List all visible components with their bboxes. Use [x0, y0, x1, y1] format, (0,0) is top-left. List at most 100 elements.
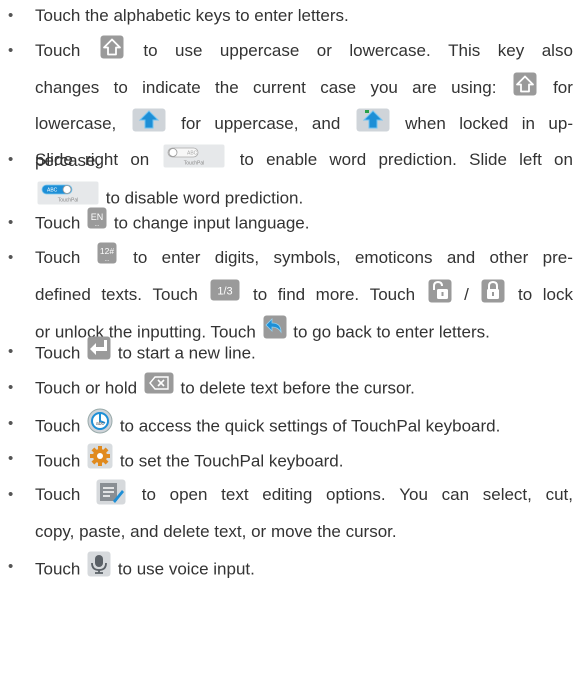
- text-line: Touch the alphabetic keys to enter lette…: [35, 2, 573, 29]
- text-run: to delete text before the cursor.: [175, 378, 415, 398]
- text-word: you: [370, 77, 398, 97]
- microphone-icon: [87, 551, 111, 585]
- svg-text:TouchPal: TouchPal: [58, 197, 79, 203]
- text-word: lock: [542, 284, 573, 304]
- svg-text:12#: 12#: [100, 246, 114, 256]
- text-line: Touch EN... to change input language.: [35, 207, 573, 236]
- bullet-marker: •: [8, 249, 14, 266]
- shift-lowercase-icon: [513, 72, 537, 99]
- text-line: Touch to use uppercase or lowercase. This key al…: [35, 35, 573, 64]
- text-line: Touch to set the TouchPal keyboard.: [35, 443, 573, 472]
- text-word: and: [446, 248, 476, 267]
- svg-text:...: ...: [95, 222, 100, 228]
- text-word: text: [221, 485, 249, 504]
- text-word: to: [252, 284, 268, 304]
- text-word: Touch: [35, 248, 81, 267]
- text-word: on: [130, 150, 150, 169]
- backspace-icon: [144, 372, 174, 402]
- text-run: Touch: [35, 451, 86, 471]
- text-word: current: [252, 77, 306, 97]
- text-word: for: [553, 77, 573, 97]
- text-word: to: [113, 77, 128, 97]
- text-run: to start a new line.: [113, 343, 256, 363]
- bullet-marker: •: [8, 415, 14, 432]
- text-edit-icon: [96, 479, 126, 506]
- text-word: to: [133, 248, 148, 267]
- text-line: Touch to use voice input.: [35, 551, 573, 580]
- bullet-marker: •: [8, 450, 14, 467]
- text-run: to disable word prediction.: [101, 187, 304, 207]
- text-run: Touch: [35, 343, 86, 363]
- text-word: uppercase,: [214, 114, 299, 133]
- text-word: lowercase,: [35, 114, 117, 133]
- text-word: more.: [315, 284, 360, 304]
- text-run: to set the TouchPal keyboard.: [115, 451, 344, 471]
- text-word: uppercase: [219, 41, 300, 60]
- svg-text:abc: abc: [96, 421, 105, 427]
- text-word: locked: [459, 114, 509, 133]
- text-line: lowercase, for uppercase, and when locked in up…: [35, 108, 573, 137]
- text-word: symbols,: [273, 248, 341, 267]
- text-line: copy, paste, and delete text, or move th…: [35, 518, 573, 545]
- bullet-marker: •: [8, 558, 14, 575]
- text-word: or: [316, 41, 332, 60]
- text-word: pre-: [542, 248, 573, 267]
- text-word: open: [169, 485, 208, 504]
- text-word: cut,: [545, 485, 573, 504]
- text-word: emoticons: [354, 248, 433, 267]
- unlock-icon: [428, 279, 452, 306]
- text-line: changes to indicate the current case you are usi…: [35, 72, 573, 101]
- text-word: up-: [548, 114, 573, 133]
- enter-icon: [87, 336, 111, 368]
- text-word: left: [519, 150, 542, 169]
- text-word: to: [141, 485, 156, 504]
- text-line: Slide right on ABC TouchPal to enable word predi…: [35, 144, 573, 173]
- text-run: Touch or hold: [35, 378, 142, 398]
- text-word: right: [85, 150, 119, 169]
- text-word: use: [175, 41, 203, 60]
- text-word: Touch: [369, 284, 416, 304]
- text-word: the: [215, 77, 239, 97]
- text-line: Touch or hold to delete text before the …: [35, 372, 573, 402]
- bullet-marker: •: [8, 486, 14, 503]
- text-line: Touch to start a new line.: [35, 336, 573, 368]
- bullet-marker: •: [8, 151, 14, 168]
- svg-text:ABC: ABC: [187, 151, 198, 157]
- shift-uppercase-icon: [132, 108, 166, 135]
- shift-locked-icon: [356, 108, 390, 135]
- document-page: • Touch the alphabetic keys to enter lett…: [0, 0, 583, 679]
- text-word: Touch: [35, 41, 81, 60]
- text-word: Slide: [469, 150, 507, 169]
- text-run: copy, paste, and delete text, or move th…: [35, 521, 397, 541]
- text-word: key: [497, 41, 525, 60]
- text-word: enter: [161, 248, 201, 267]
- text-run: Touch: [35, 559, 86, 579]
- text-line: ABC TouchPal to disable word prediction.: [35, 181, 573, 210]
- text-run: Touch: [35, 213, 86, 233]
- text-word: other: [489, 248, 529, 267]
- text-run: to change input language.: [109, 213, 310, 233]
- lock-icon: [481, 279, 505, 306]
- text-line: defined texts. Touch 1/3 to find more. Touch / to…: [35, 279, 573, 308]
- text-word: and: [311, 114, 341, 133]
- text-word: to: [239, 150, 254, 169]
- text-word: /: [464, 284, 469, 304]
- text-word: defined: [35, 284, 91, 304]
- text-word: This: [448, 41, 481, 60]
- text-word: for: [181, 114, 201, 133]
- text-line: Touch to open text editing options. You can sele…: [35, 479, 573, 508]
- text-word: to: [143, 41, 158, 60]
- text-word: editing: [262, 485, 313, 504]
- text-word: texts.: [101, 284, 142, 304]
- text-word: Touch: [152, 284, 198, 304]
- text-line: Touch 12#... to enter digits, symbols, emotico…: [35, 242, 573, 271]
- text-word: word: [329, 150, 367, 169]
- text-word: lowercase.: [349, 41, 431, 60]
- bullet-marker: •: [8, 7, 14, 24]
- bullet-marker: •: [8, 343, 14, 360]
- text-word: when: [405, 114, 446, 133]
- text-word: to: [517, 284, 533, 304]
- shift-lowercase-icon: [100, 35, 124, 62]
- text-line: Touch abc to access the quick settings o…: [35, 408, 573, 437]
- text-word: also: [541, 41, 573, 60]
